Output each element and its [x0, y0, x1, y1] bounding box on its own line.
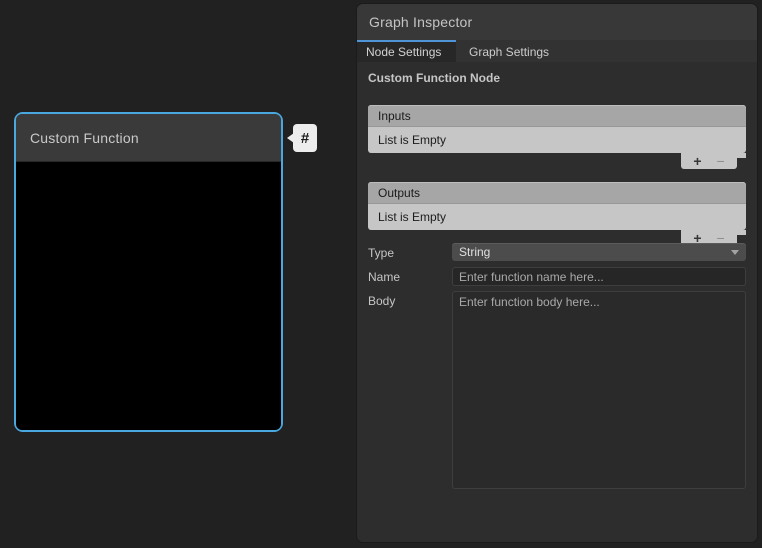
function-form: Type String Name Body	[368, 243, 746, 489]
add-input-button[interactable]: +	[693, 153, 701, 169]
tab-node-settings[interactable]: Node Settings	[357, 40, 456, 62]
hash-badge-icon[interactable]: #	[293, 124, 317, 152]
outputs-list: Outputs List is Empty + −	[368, 182, 746, 230]
type-dropdown[interactable]: String	[452, 243, 746, 261]
body-textarea[interactable]	[452, 291, 746, 489]
name-input[interactable]	[452, 267, 746, 286]
type-label: Type	[368, 243, 452, 260]
panel-title: Graph Inspector	[369, 14, 472, 30]
section-title: Custom Function Node	[368, 71, 746, 85]
inputs-list-header: Inputs	[368, 105, 746, 127]
type-row: Type String	[368, 243, 746, 261]
inputs-list-footer: + −	[681, 153, 737, 169]
node-title: Custom Function	[30, 130, 139, 146]
outputs-list-header: Outputs	[368, 182, 746, 204]
inputs-footer-connector	[737, 153, 746, 158]
type-dropdown-value: String	[459, 245, 490, 259]
panel-content: Custom Function Node Inputs List is Empt…	[357, 71, 757, 489]
name-row: Name	[368, 267, 746, 286]
graph-inspector-panel: Graph Inspector Node Settings Graph Sett…	[357, 4, 757, 542]
node-preview-body	[16, 162, 281, 430]
inputs-list: Inputs List is Empty + −	[368, 105, 746, 153]
body-label: Body	[368, 291, 452, 308]
remove-input-button[interactable]: −	[717, 153, 725, 169]
outputs-list-empty-row: List is Empty	[368, 204, 746, 230]
chevron-down-icon	[731, 250, 739, 255]
tab-graph-settings[interactable]: Graph Settings	[456, 40, 562, 62]
node-header[interactable]: Custom Function	[16, 114, 281, 162]
panel-titlebar[interactable]: Graph Inspector	[357, 4, 757, 40]
outputs-footer-connector	[737, 230, 746, 235]
tabstrip: Node Settings Graph Settings	[357, 40, 757, 62]
name-label: Name	[368, 267, 452, 284]
custom-function-node[interactable]: Custom Function	[14, 112, 283, 432]
body-row: Body	[368, 291, 746, 489]
inputs-list-empty-row: List is Empty	[368, 127, 746, 153]
